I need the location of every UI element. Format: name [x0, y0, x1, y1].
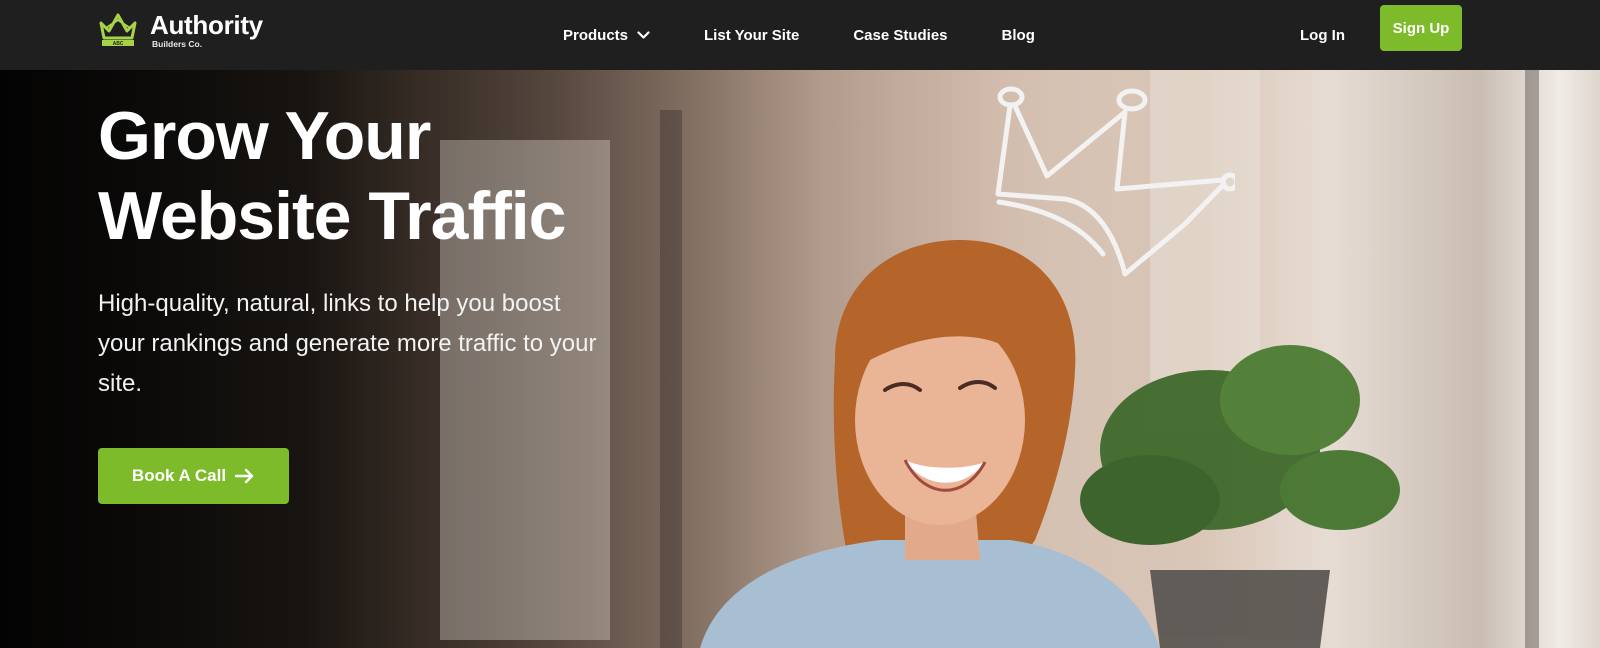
crown-doodle-icon — [995, 86, 1235, 277]
hero-subtext: High-quality, natural, links to help you… — [98, 290, 597, 397]
nav-item-blog[interactable]: Blog — [1002, 27, 1035, 44]
headline-line-1: Grow Your — [98, 98, 431, 174]
arrow-right-icon — [235, 468, 254, 484]
brand-subtitle: Builders Co. — [152, 38, 203, 49]
nav-item-label: Products — [563, 26, 629, 44]
cta-label: Book A Call — [131, 466, 227, 485]
login-link[interactable]: Log In — [1300, 27, 1345, 44]
logo-mark-text: ABC — [113, 41, 124, 47]
hero-section: Grow Your Website Traffic High-quality, … — [0, 70, 1600, 648]
brand-logo[interactable]: ABC Authority Builders Co. — [98, 11, 263, 49]
chevron-down-icon — [637, 30, 650, 39]
hero-headline: Grow Your Website Traffic — [98, 96, 718, 256]
main-menu: Products List Your Site Case Studies Blo… — [563, 0, 1035, 70]
nav-item-case-studies[interactable]: Case Studies — [853, 27, 947, 44]
brand-name: Authority — [150, 9, 263, 40]
headline-line-2: Website Traffic — [98, 178, 566, 254]
nav-item-list-your-site[interactable]: List Your Site — [704, 27, 799, 44]
signup-button[interactable]: Sign Up — [1380, 5, 1462, 51]
book-a-call-button[interactable]: Book A Call — [98, 448, 289, 504]
nav-item-products[interactable]: Products — [563, 27, 650, 44]
crown-logo-icon: ABC — [99, 13, 137, 47]
top-navigation: ABC Authority Builders Co. Products List… — [0, 0, 1600, 70]
